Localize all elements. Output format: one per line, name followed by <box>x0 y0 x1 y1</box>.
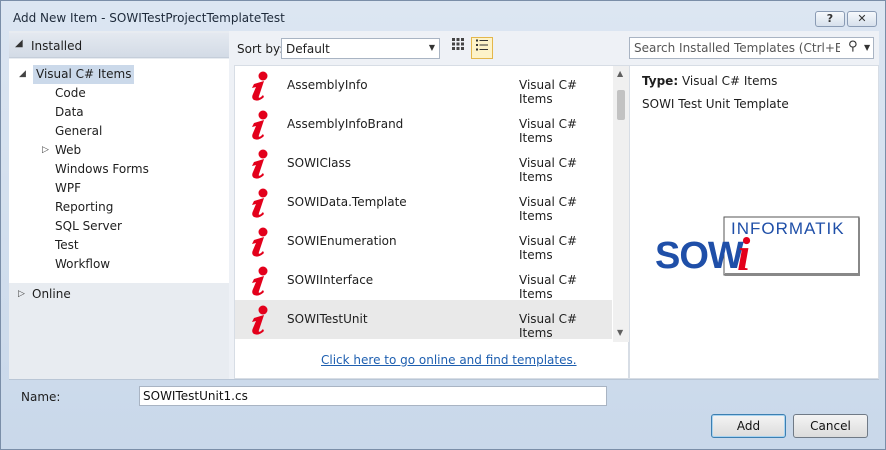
svg-text:i: i <box>737 228 751 276</box>
scroll-up-arrow-icon[interactable]: ▲ <box>617 69 623 78</box>
tree-item-sql-server[interactable]: SQL Server <box>55 217 122 236</box>
installed-header[interactable]: ◢ Installed <box>9 33 229 58</box>
find-templates-online-link[interactable]: Click here to go online and find templat… <box>321 353 577 367</box>
template-category-tree: ◢ Installed ◢ Visual C# Items Code Data … <box>9 31 229 379</box>
footer-separator <box>9 379 879 380</box>
template-row-selected[interactable]: SOWITestUnit Visual C# Items <box>235 300 612 340</box>
sowi-template-icon <box>252 188 268 218</box>
expanded-arrow-icon[interactable]: ◢ <box>19 69 26 79</box>
template-category: Visual C# Items <box>519 234 578 262</box>
tree-item-code[interactable]: Code <box>55 84 86 103</box>
template-category: Visual C# Items <box>519 312 578 340</box>
tree-item-wpf[interactable]: WPF <box>55 179 81 198</box>
search-icon[interactable]: ⚲ <box>848 39 858 54</box>
template-rows: AssemblyInfo Visual C# Items AssemblyInf… <box>235 66 612 342</box>
template-row[interactable]: AssemblyInfo Visual C# Items <box>235 66 612 106</box>
template-row[interactable]: SOWIData.Template Visual C# Items <box>235 183 612 223</box>
window-title: Add New Item - SOWITestProjectTemplateTe… <box>13 11 285 25</box>
sowi-template-icon <box>252 149 268 179</box>
installed-label: Installed <box>31 39 83 53</box>
template-type-line: Type: Visual C# Items <box>642 74 777 88</box>
svg-text:SOW: SOW <box>655 235 744 276</box>
tree-item-reporting[interactable]: Reporting <box>55 198 113 217</box>
template-category: Visual C# Items <box>519 156 578 184</box>
sowi-template-icon <box>252 266 268 296</box>
template-row[interactable]: SOWIInterface Visual C# Items <box>235 261 612 301</box>
template-row[interactable]: SOWIClass Visual C# Items <box>235 144 612 184</box>
template-name: SOWIEnumeration <box>287 234 397 248</box>
collapsed-arrow-icon[interactable]: ▷ <box>42 145 49 155</box>
dialog-content: ◢ Installed ◢ Visual C# Items Code Data … <box>9 31 879 379</box>
template-category: Visual C# Items <box>519 273 578 301</box>
sort-by-label: Sort by: <box>237 42 284 56</box>
title-bar[interactable]: Add New Item - SOWITestProjectTemplateTe… <box>1 1 885 31</box>
template-name: SOWITestUnit <box>287 312 368 326</box>
add-new-item-dialog: Add New Item - SOWITestProjectTemplateTe… <box>0 0 886 450</box>
help-button[interactable]: ? <box>815 11 845 27</box>
template-category: Visual C# Items <box>519 78 578 106</box>
template-name: SOWIData.Template <box>287 195 407 209</box>
add-button[interactable]: Add <box>711 414 786 438</box>
template-list: AssemblyInfo Visual C# Items AssemblyInf… <box>234 65 629 379</box>
collapse-arrow-icon[interactable]: ◢ <box>15 38 23 49</box>
tree-item-visual-csharp-items[interactable]: Visual C# Items <box>33 65 135 84</box>
template-list-scrollbar[interactable]: ▲ ▼ <box>613 66 629 342</box>
sowi-template-icon <box>252 71 268 101</box>
tree-item-web[interactable]: Web <box>55 141 81 160</box>
template-details-panel: Type: Visual C# Items SOWI Test Unit Tem… <box>629 65 879 379</box>
tree-item-workflow[interactable]: Workflow <box>55 255 110 274</box>
template-category: Visual C# Items <box>519 117 578 145</box>
sowi-informatik-logo: INFORMATIK SOW i <box>655 216 860 276</box>
sort-by-value: Default <box>286 42 330 56</box>
tree-body: ◢ Visual C# Items Code Data General ▷ We… <box>9 59 229 283</box>
name-label: Name: <box>21 390 61 404</box>
sort-by-dropdown[interactable]: Default ▼ <box>281 38 440 59</box>
template-row[interactable]: SOWIEnumeration Visual C# Items <box>235 222 612 262</box>
tree-item-general[interactable]: General <box>55 122 102 141</box>
template-description: SOWI Test Unit Template <box>642 97 789 111</box>
type-key: Type: <box>642 74 679 88</box>
template-name: AssemblyInfo <box>287 78 368 92</box>
small-icons-icon <box>452 38 464 50</box>
online-header[interactable]: ▷ Online <box>9 283 229 307</box>
expand-arrow-icon[interactable]: ▷ <box>18 289 25 299</box>
type-value: Visual C# Items <box>681 74 778 88</box>
template-category: Visual C# Items <box>519 195 578 223</box>
small-icons-view-button[interactable] <box>447 37 469 59</box>
tree-item-windows-forms[interactable]: Windows Forms <box>55 160 149 179</box>
close-button[interactable]: ✕ <box>847 11 877 27</box>
template-name: SOWIClass <box>287 156 352 170</box>
search-box[interactable]: ⚲ ▼ <box>629 37 874 59</box>
list-view-button[interactable] <box>471 37 493 59</box>
sowi-template-icon <box>252 305 268 335</box>
name-input[interactable] <box>139 386 607 406</box>
list-view-icon <box>476 39 488 51</box>
search-options-chevron-icon[interactable]: ▼ <box>864 43 870 52</box>
tree-item-data[interactable]: Data <box>55 103 84 122</box>
cancel-button[interactable]: Cancel <box>793 414 868 438</box>
scroll-thumb[interactable] <box>617 90 625 120</box>
sowi-template-icon <box>252 110 268 140</box>
search-input[interactable] <box>630 38 840 58</box>
tree-item-test[interactable]: Test <box>55 236 79 255</box>
template-row[interactable]: AssemblyInfoBrand Visual C# Items <box>235 105 612 145</box>
sowi-template-icon <box>252 227 268 257</box>
scroll-down-arrow-icon[interactable]: ▼ <box>617 328 623 337</box>
online-label: Online <box>32 287 71 301</box>
template-name: AssemblyInfoBrand <box>287 117 404 131</box>
template-name: SOWIInterface <box>287 273 374 287</box>
chevron-down-icon: ▼ <box>428 43 435 52</box>
